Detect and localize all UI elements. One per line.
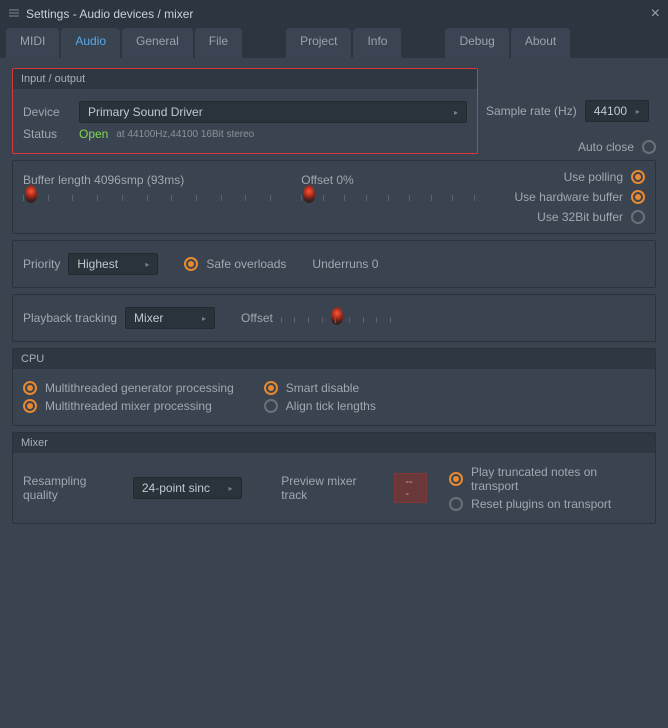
status-open: Open <box>79 127 108 141</box>
resampling-value: 24-point sinc <box>142 481 210 495</box>
titlebar: Settings - Audio devices / mixer × <box>0 0 668 28</box>
tab-midi[interactable]: MIDI <box>6 28 59 58</box>
preview-mixer-button[interactable]: --- <box>394 473 427 503</box>
io-group: Input / output Device Primary Sound Driv… <box>12 68 478 154</box>
io-header: Input / output <box>13 69 477 89</box>
tab-file[interactable]: File <box>195 28 242 58</box>
playback-tracking-label: Playback tracking <box>23 311 117 325</box>
reset-plugins-label: Reset plugins on transport <box>471 497 611 511</box>
safe-overloads-label: Safe overloads <box>206 257 286 271</box>
resampling-dropdown[interactable]: 24-point sinc ▸ <box>133 477 242 499</box>
settings-icon <box>8 7 20 22</box>
mixer-header: Mixer <box>13 433 655 453</box>
tab-general[interactable]: General <box>122 28 193 58</box>
close-icon[interactable]: × <box>651 5 660 23</box>
device-dropdown[interactable]: Primary Sound Driver ▸ <box>79 101 467 123</box>
playback-tracking-dropdown[interactable]: Mixer ▸ <box>125 307 215 329</box>
playback-offset-label: Offset <box>241 311 273 325</box>
chevron-right-icon: ▸ <box>145 260 149 269</box>
tab-bar: MIDI Audio General File Project Info Deb… <box>0 28 668 58</box>
tab-about[interactable]: About <box>511 28 570 58</box>
reset-plugins-toggle[interactable] <box>449 497 463 511</box>
sample-rate-label: Sample rate (Hz) <box>486 104 577 118</box>
buffer-length-label: Buffer length 4096smp (93ms) <box>23 173 271 187</box>
priority-label: Priority <box>23 257 60 271</box>
mt-gen-label: Multithreaded generator processing <box>45 381 234 395</box>
mt-gen-toggle[interactable] <box>23 381 37 395</box>
offset-label: Offset 0% <box>301 173 475 187</box>
auto-close-toggle[interactable] <box>642 140 656 154</box>
preview-mixer-label: Preview mixer track <box>281 474 384 502</box>
auto-close-label: Auto close <box>578 140 634 154</box>
device-label: Device <box>23 105 71 119</box>
play-truncated-label: Play truncated notes on transport <box>471 465 645 493</box>
tab-audio[interactable]: Audio <box>61 28 120 58</box>
chevron-right-icon: ▸ <box>228 484 232 493</box>
settings-window: Settings - Audio devices / mixer × MIDI … <box>0 0 668 728</box>
tab-info[interactable]: Info <box>353 28 401 58</box>
priority-group: Priority Highest ▸ Safe overloads Underr… <box>12 240 656 288</box>
align-ticks-label: Align tick lengths <box>286 399 376 413</box>
priority-value: Highest <box>77 257 118 271</box>
smart-disable-toggle[interactable] <box>264 381 278 395</box>
device-value: Primary Sound Driver <box>88 105 203 119</box>
tab-debug[interactable]: Debug <box>445 28 508 58</box>
cpu-group: CPU Multithreaded generator processing M… <box>12 348 656 426</box>
priority-dropdown[interactable]: Highest ▸ <box>68 253 158 275</box>
mt-mix-toggle[interactable] <box>23 399 37 413</box>
playback-tracking-value: Mixer <box>134 311 163 325</box>
use-hw-buffer-toggle[interactable] <box>631 190 645 204</box>
sample-rate-dropdown[interactable]: 44100 ▸ <box>585 100 649 122</box>
align-ticks-toggle[interactable] <box>264 399 278 413</box>
sample-rate-value: 44100 <box>594 104 627 118</box>
tab-project[interactable]: Project <box>286 28 351 58</box>
buffer-group: Buffer length 4096smp (93ms) Offset 0% <box>12 160 656 234</box>
chevron-right-icon: ▸ <box>636 107 640 116</box>
use-polling-label: Use polling <box>564 170 623 184</box>
window-title: Settings - Audio devices / mixer <box>26 7 193 21</box>
chevron-right-icon: ▸ <box>454 108 458 117</box>
status-label: Status <box>23 127 71 141</box>
tab-spacer <box>403 28 443 58</box>
use-32bit-toggle[interactable] <box>631 210 645 224</box>
use-polling-toggle[interactable] <box>631 170 645 184</box>
buffer-length-slider[interactable] <box>23 187 271 205</box>
underruns-label: Underruns 0 <box>312 257 378 271</box>
content-area: Input / output Device Primary Sound Driv… <box>0 58 668 728</box>
mixer-group: Mixer Resampling quality 24-point sinc ▸… <box>12 432 656 524</box>
cpu-header: CPU <box>13 349 655 369</box>
status-detail: at 44100Hz,44100 16Bit stereo <box>116 129 254 140</box>
use-hw-buffer-label: Use hardware buffer <box>514 190 623 204</box>
use-32bit-label: Use 32Bit buffer <box>537 210 623 224</box>
playback-group: Playback tracking Mixer ▸ Offset <box>12 294 656 342</box>
mt-mix-label: Multithreaded mixer processing <box>45 399 212 413</box>
resampling-label: Resampling quality <box>23 474 123 502</box>
offset-slider[interactable] <box>301 187 475 205</box>
play-truncated-toggle[interactable] <box>449 472 463 486</box>
playback-offset-slider[interactable] <box>281 309 391 327</box>
tab-spacer <box>244 28 284 58</box>
smart-disable-label: Smart disable <box>286 381 359 395</box>
chevron-right-icon: ▸ <box>202 314 206 323</box>
safe-overloads-toggle[interactable] <box>184 257 198 271</box>
